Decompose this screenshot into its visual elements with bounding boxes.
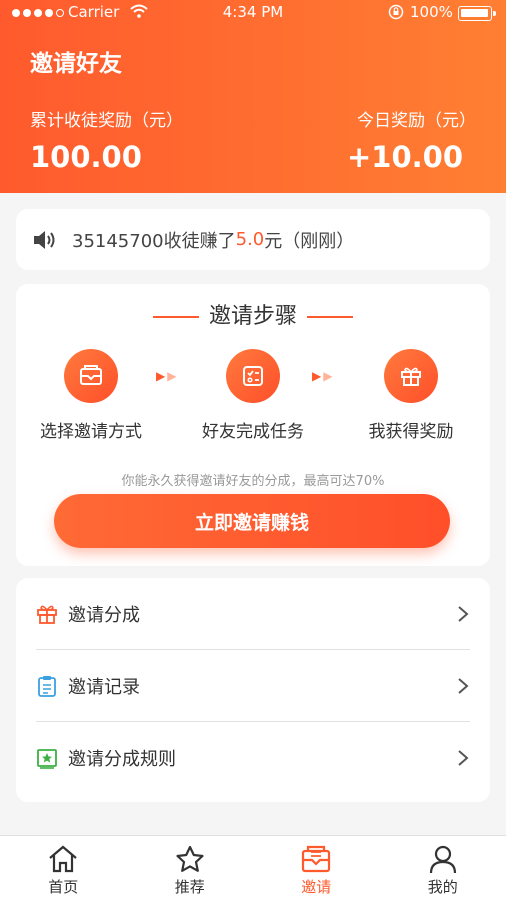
tab-bar: 首页 推荐 邀请 我的	[0, 835, 506, 900]
tab-label: 首页	[48, 878, 79, 896]
home-icon	[49, 845, 77, 873]
tab-mine[interactable]: 我的	[380, 836, 506, 900]
total-reward-label: 累计收徒奖励（元）	[30, 111, 183, 131]
envelope-icon	[64, 349, 118, 403]
invite-icon	[302, 845, 331, 873]
status-bar: Carrier 4:34 PM 100%	[0, 0, 506, 26]
clipboard-icon	[36, 675, 58, 697]
menu-item-invite-record[interactable]: 邀请记录	[36, 650, 470, 722]
speaker-icon	[34, 230, 55, 249]
menu-label: 邀请分成规则	[68, 749, 176, 770]
chevron-right-icon	[458, 677, 469, 694]
gift-icon	[36, 603, 58, 625]
task-list-icon	[226, 349, 280, 403]
user-icon	[429, 845, 456, 874]
step-arrow-icon: ▶▶	[312, 369, 335, 383]
step-friend-task: 好友完成任务	[178, 349, 328, 442]
rules-icon	[36, 747, 58, 769]
notice-bar: 35145700收徒赚了 5.0 元（刚刚）	[16, 209, 490, 270]
tab-home[interactable]: 首页	[0, 836, 127, 900]
battery-percent: 100%	[410, 3, 453, 21]
step-arrow-icon: ▶▶	[156, 369, 179, 383]
step-get-reward: 我获得奖励	[336, 349, 486, 442]
menu-list: 邀请分成 邀请记录 邀请分成规则	[16, 578, 490, 802]
menu-label: 邀请分成	[68, 604, 140, 626]
rotation-lock-icon	[388, 4, 404, 20]
notice-suffix: 元（刚刚）	[264, 230, 355, 252]
steps-title: 邀请步骤	[16, 298, 490, 330]
tab-invite[interactable]: 邀请	[253, 836, 380, 900]
step-choose-method: 选择邀请方式	[16, 349, 166, 442]
page-title: 邀请好友	[30, 51, 122, 77]
tab-label: 我的	[427, 878, 458, 896]
step-label: 我获得奖励	[368, 422, 454, 442]
invite-steps-card: 邀请步骤 选择邀请方式 ▶▶ 好友完成任务 ▶▶ 我获得奖励 你能永久获得邀请好…	[16, 284, 490, 566]
menu-label: 邀请记录	[68, 676, 140, 698]
notice-text: 35145700收徒赚了	[72, 230, 236, 252]
notice-amount: 5.0	[235, 229, 265, 250]
invite-earn-button[interactable]: 立即邀请赚钱	[54, 494, 450, 548]
menu-item-share-rules[interactable]: 邀请分成规则	[36, 722, 470, 794]
today-reward-label: 今日奖励（元）	[357, 111, 476, 131]
tab-recommend[interactable]: 推荐	[127, 836, 254, 900]
chevron-right-icon	[458, 750, 469, 766]
star-icon	[176, 845, 204, 872]
today-reward-value: +10.00	[346, 140, 463, 174]
battery-icon	[458, 6, 496, 21]
reward-hint: 你能永久获得邀请好友的分成，最高可达70%	[121, 474, 385, 489]
tab-label: 推荐	[174, 878, 205, 896]
step-label: 选择邀请方式	[40, 422, 142, 442]
gift-icon	[384, 349, 438, 403]
chevron-right-icon	[458, 605, 469, 622]
step-label: 好友完成任务	[202, 422, 304, 442]
tab-label: 邀请	[301, 878, 332, 896]
total-reward-value: 100.00	[30, 140, 142, 174]
menu-item-invite-share[interactable]: 邀请分成	[36, 578, 470, 650]
header: Carrier 4:34 PM 100% 邀请好友 累计收徒奖励（元） 今日奖励…	[0, 0, 506, 193]
